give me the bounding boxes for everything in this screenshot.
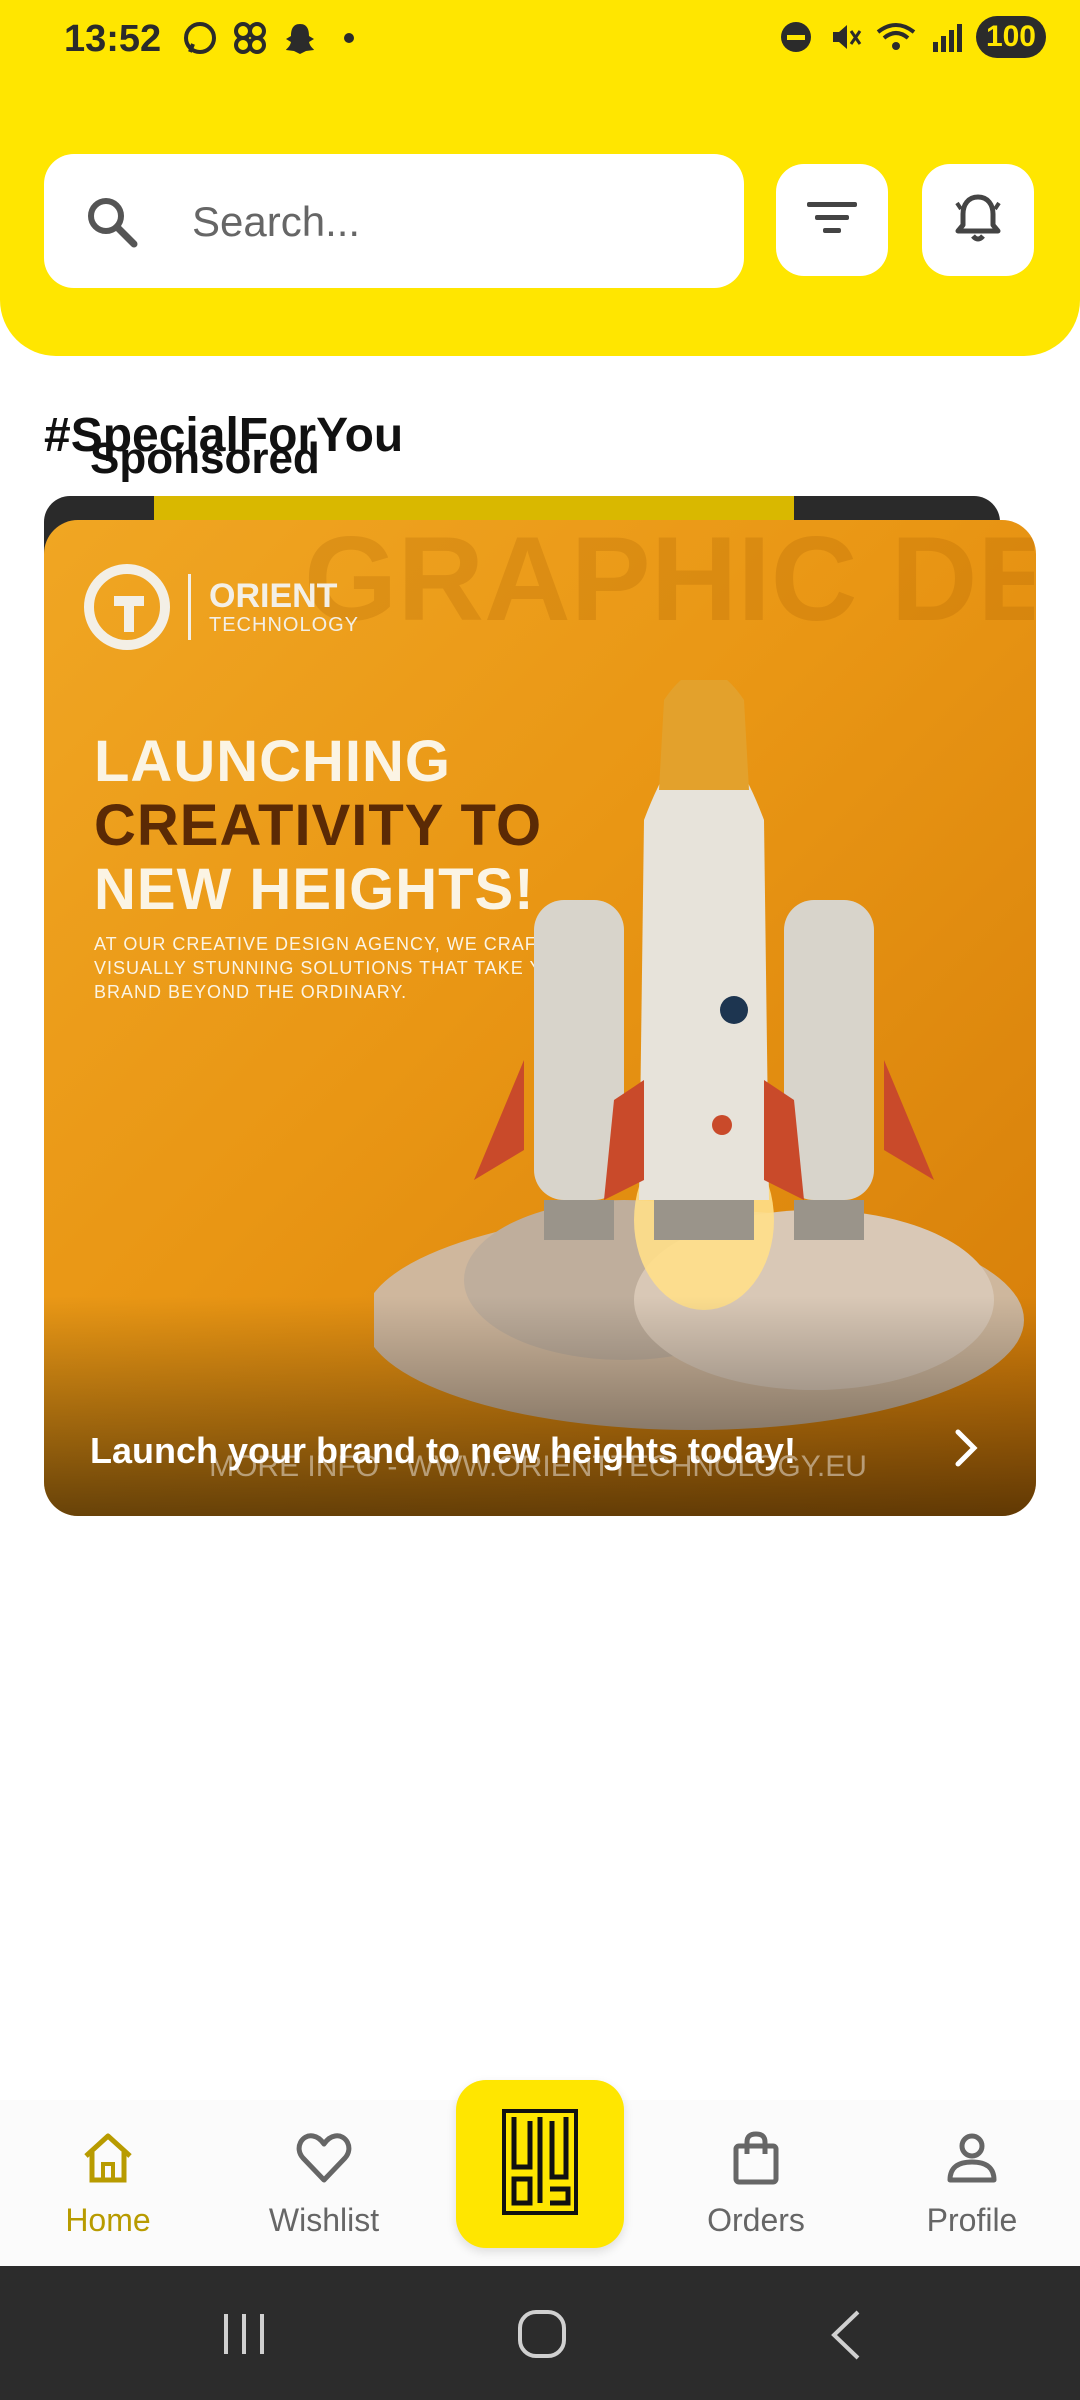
search-input[interactable] [190, 184, 714, 260]
system-nav-bar [0, 2266, 1080, 2400]
battery-icon: 100 [975, 16, 1046, 58]
wifi-icon [876, 17, 916, 57]
nav-orders[interactable]: Orders [676, 2128, 836, 2239]
search-icon [84, 194, 140, 250]
header-bar: 13:52 100 [0, 0, 1080, 356]
brand-subtitle: TECHNOLOGY [209, 613, 360, 636]
bag-icon [726, 2128, 786, 2188]
heart-icon [294, 2128, 354, 2188]
nav-profile-label: Profile [926, 2202, 1018, 2238]
recents-icon[interactable] [214, 2310, 274, 2363]
filter-icon [805, 198, 859, 243]
nav-home-label: Home [65, 2202, 151, 2238]
calligraphy-logo-icon [500, 2107, 580, 2222]
nav-wishlist-label: Wishlist [268, 2202, 380, 2238]
notifications-button[interactable] [922, 164, 1034, 276]
link-icon [230, 18, 270, 58]
home-icon [78, 2128, 138, 2188]
brand-logo-icon [84, 564, 170, 650]
filter-button[interactable] [776, 164, 888, 276]
brand-logo: ORIENT TECHNOLOGY [84, 564, 359, 650]
sponsored-label: Sponsored [90, 434, 320, 483]
status-bar: 13:52 100 [0, 0, 1080, 80]
status-time: 13:52 [64, 18, 162, 60]
snapchat-icon [280, 18, 320, 58]
center-logo-button[interactable] [456, 2080, 624, 2248]
status-icons-right: 100 [776, 16, 1046, 58]
nav-home[interactable]: Home [28, 2128, 188, 2239]
user-icon [942, 2128, 1002, 2188]
nav-profile[interactable]: Profile [892, 2128, 1052, 2239]
bell-icon [949, 189, 1007, 252]
signal-icon [926, 17, 966, 57]
nav-wishlist[interactable]: Wishlist [244, 2128, 404, 2239]
nav-orders-label: Orders [707, 2202, 805, 2238]
back-icon[interactable] [826, 2308, 866, 2367]
home-circle-icon[interactable] [514, 2306, 570, 2367]
brand-name: ORIENT [209, 576, 338, 615]
dot-icon [344, 33, 354, 43]
dnd-icon [776, 17, 816, 57]
mute-icon [826, 17, 866, 57]
search-bar[interactable] [44, 154, 744, 288]
whatsapp-icon [180, 18, 220, 58]
sponsored-card[interactable]: GRAPHIC DESIGN ORIENT TECHNOLOGY LAUNCHI… [44, 520, 1036, 1516]
chevron-right-icon[interactable] [944, 1426, 988, 1470]
status-icons-left [180, 18, 354, 58]
card-caption: Launch your brand to new heights today! [90, 1430, 797, 1471]
